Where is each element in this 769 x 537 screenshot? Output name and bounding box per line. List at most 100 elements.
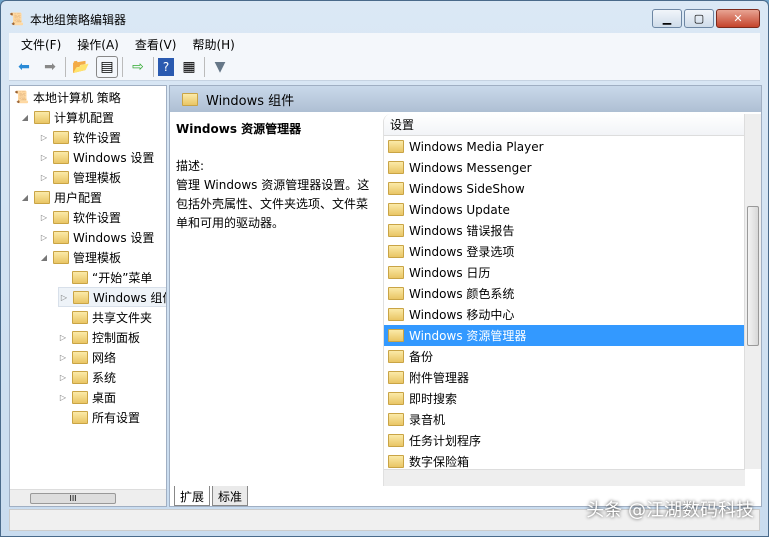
tree-item[interactable]: ▷ Windows 设置 [39, 227, 154, 247]
vertical-scrollbar[interactable] [744, 114, 761, 469]
folder-icon [388, 413, 404, 426]
list-horizontal-scrollbar[interactable] [384, 469, 745, 486]
list-item[interactable]: Windows 登录选项 [384, 241, 761, 262]
tree-item[interactable]: 所有设置 [58, 407, 140, 427]
list-item-label: Windows 移动中心 [409, 308, 515, 322]
details-pane: Windows 组件 Windows 资源管理器 描述: 管理 Windows … [169, 85, 762, 507]
menu-action[interactable]: 操作(A) [71, 33, 125, 53]
expand-icon[interactable]: ▷ [58, 353, 68, 362]
tree-item[interactable]: ▷ 网络 [58, 347, 116, 367]
tree-item-label: 计算机配置 [54, 110, 115, 125]
list-item[interactable]: 附件管理器 [384, 367, 761, 388]
tree-item-label: “开始”菜单 [92, 270, 153, 285]
list-item[interactable]: Windows Update [384, 199, 761, 220]
tree-item[interactable]: ▷ 软件设置 [39, 207, 121, 227]
tab-extended[interactable]: 扩展 [174, 486, 211, 506]
list-item-label: Windows Messenger [409, 160, 532, 175]
folder-icon [72, 310, 88, 324]
description-panel: Windows 资源管理器 描述: 管理 Windows 资源管理器设置。这包括… [176, 120, 376, 233]
expand-icon[interactable]: ▷ [39, 153, 49, 162]
expand-icon[interactable]: ▷ [39, 213, 49, 222]
tree-horizontal-scrollbar[interactable]: III [10, 489, 166, 506]
tree-item[interactable]: ▷ Windows 设置 [39, 147, 154, 167]
list-item[interactable]: 任务计划程序 [384, 430, 761, 451]
list-item-label: Windows 错误报告 [409, 224, 515, 238]
expand-icon[interactable]: ▷ [58, 333, 68, 342]
tree-item-label: 所有设置 [92, 410, 141, 425]
tree-item[interactable]: ▷ 桌面 [58, 387, 116, 407]
folder-icon [53, 210, 69, 224]
filter-icon[interactable]: ▼ [209, 56, 231, 78]
list-item[interactable]: Windows 错误报告 [384, 220, 761, 241]
close-button[interactable]: ✕ [716, 9, 760, 28]
list-item-label: 备份 [409, 350, 434, 364]
tree-item-label: Windows 设置 [73, 230, 155, 245]
column-header-settings[interactable]: 设置 [384, 114, 761, 136]
list-item[interactable]: 录音机 [384, 409, 761, 430]
view-tabs: 扩展 标准 [170, 486, 249, 506]
help-icon[interactable]: ? [158, 57, 174, 76]
menu-bar: 文件(F) 操作(A) 查看(V) 帮助(H) [9, 33, 760, 53]
folder-icon [53, 230, 69, 244]
list-item[interactable]: 备份 [384, 346, 761, 367]
expand-icon[interactable]: ▷ [39, 173, 49, 182]
folder-icon [72, 370, 88, 384]
list-item[interactable]: Windows Messenger [384, 157, 761, 178]
tree-item-label: 桌面 [92, 390, 117, 405]
expand-icon[interactable]: ▷ [59, 293, 69, 302]
up-folder-icon[interactable]: 📂 [70, 56, 92, 78]
tree-item-label: Windows 设置 [73, 150, 155, 165]
export-list-icon[interactable]: ⇨ [127, 56, 149, 78]
list-item[interactable]: Windows Media Player [384, 136, 761, 157]
expand-icon[interactable]: ◢ [20, 113, 30, 122]
folder-icon [388, 245, 404, 258]
tree-item[interactable]: ◢ 管理模板 [39, 247, 121, 267]
folder-icon [72, 330, 88, 344]
tree-root[interactable]: 📜 本地计算机 策略 [14, 87, 121, 107]
folder-icon [388, 287, 404, 300]
menu-file[interactable]: 文件(F) [15, 33, 67, 53]
forward-icon[interactable]: ➡ [39, 56, 61, 78]
list-item[interactable]: 即时搜索 [384, 388, 761, 409]
tree-item[interactable]: ▷ Windows 组件 [58, 287, 166, 307]
menu-help[interactable]: 帮助(H) [186, 33, 240, 53]
list-item[interactable]: Windows SideShow [384, 178, 761, 199]
window: 📜 本地组策略编辑器 ▁ ▢ ✕ 文件(F) 操作(A) 查看(V) 帮助(H)… [0, 0, 769, 537]
minimize-button[interactable]: ▁ [652, 9, 682, 28]
selected-heading: Windows 资源管理器 [176, 122, 302, 136]
tab-standard[interactable]: 标准 [212, 486, 249, 506]
tree-item-label: 用户配置 [54, 190, 103, 205]
tree-item[interactable]: ▷ 系统 [58, 367, 116, 387]
tree-item[interactable]: ▷ 管理模板 [39, 167, 121, 187]
expand-icon[interactable]: ◢ [20, 193, 30, 202]
properties-icon[interactable]: ▦ [178, 56, 200, 78]
tree-item[interactable]: ▷ 软件设置 [39, 127, 121, 147]
list-item[interactable]: Windows 颜色系统 [384, 283, 761, 304]
tree-item[interactable]: “开始”菜单 [58, 267, 152, 287]
back-icon[interactable]: ⬅ [13, 56, 35, 78]
description-text: 管理 Windows 资源管理器设置。这包括外壳属性、文件夹选项、文件菜单和可用… [176, 178, 370, 230]
tree-item[interactable]: ◢ 计算机配置 [20, 107, 114, 127]
list-item[interactable]: Windows 日历 [384, 262, 761, 283]
tree-item[interactable]: ◢ 用户配置 [20, 187, 102, 207]
folder-icon [388, 434, 404, 447]
expand-icon[interactable]: ▷ [39, 133, 49, 142]
show-hide-tree-icon[interactable]: ▤ [96, 55, 118, 78]
expand-icon[interactable]: ▷ [39, 233, 49, 242]
menu-view[interactable]: 查看(V) [129, 33, 183, 53]
folder-icon [34, 110, 50, 124]
list-item-label: 附件管理器 [409, 371, 470, 385]
list-item-label: Windows 资源管理器 [409, 329, 527, 343]
expand-icon[interactable]: ▷ [58, 393, 68, 402]
expand-icon[interactable]: ▷ [58, 373, 68, 382]
tree-item[interactable]: ▷ 控制面板 [58, 327, 140, 347]
list-item[interactable]: Windows 资源管理器 [384, 325, 761, 346]
maximize-button[interactable]: ▢ [684, 9, 714, 28]
list-item[interactable]: Windows 移动中心 [384, 304, 761, 325]
folder-icon [53, 150, 69, 164]
list-item-label: 任务计划程序 [409, 434, 482, 448]
policy-icon: 📜 [14, 90, 29, 104]
expand-icon[interactable]: ◢ [39, 253, 49, 262]
tree-item[interactable]: 共享文件夹 [58, 307, 152, 327]
folder-icon [53, 170, 69, 184]
